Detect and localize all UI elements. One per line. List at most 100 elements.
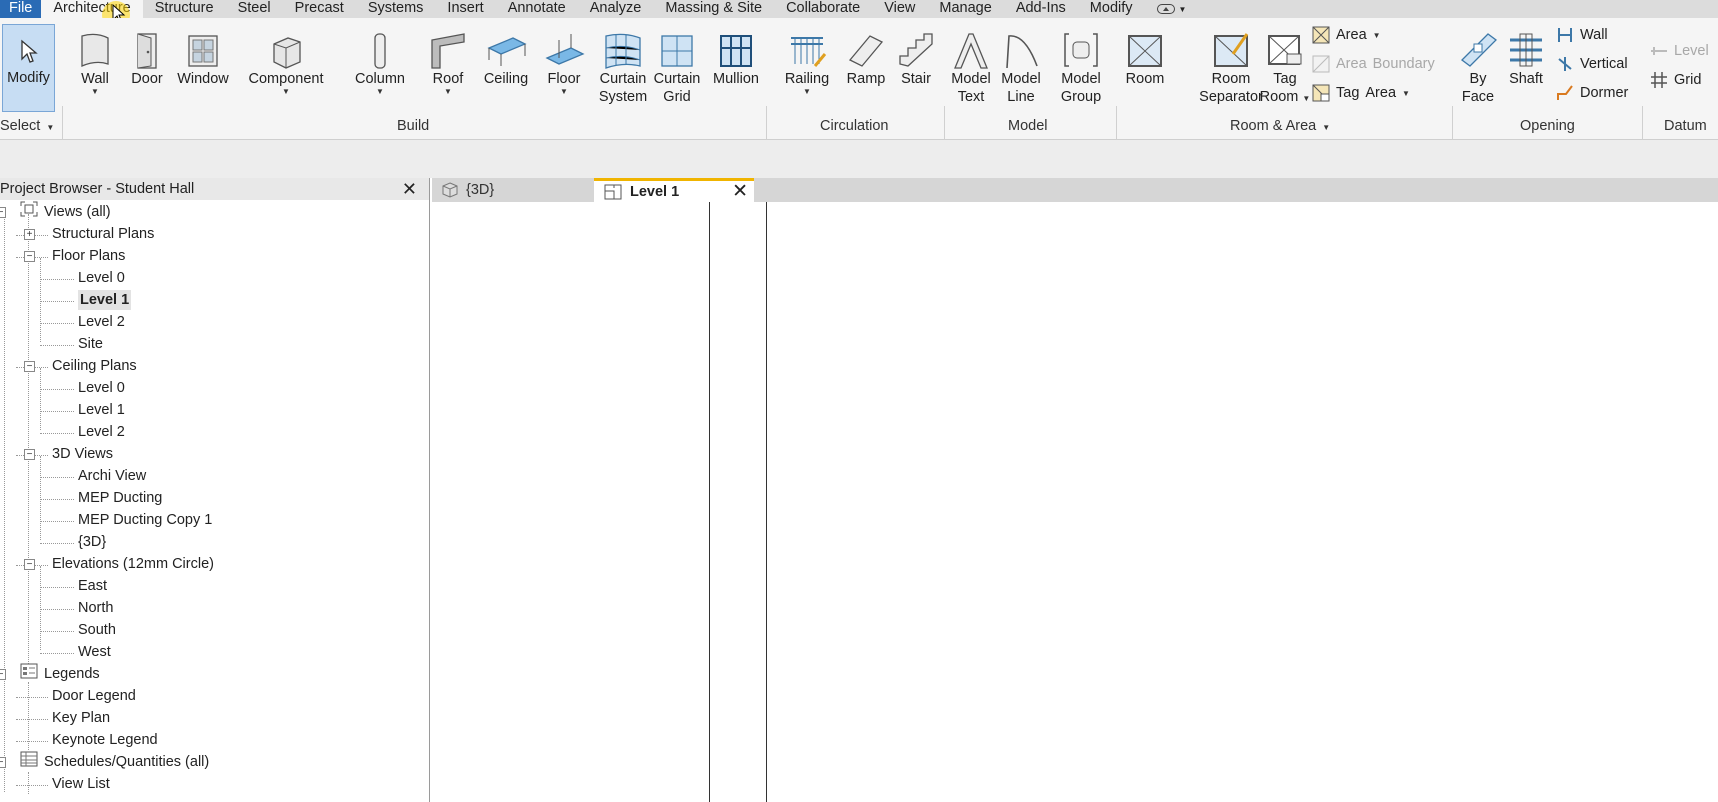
tree-node-elevation[interactable]: West bbox=[78, 642, 111, 662]
collapse-icon[interactable]: − bbox=[0, 207, 6, 218]
tree-node-elevation[interactable]: South bbox=[78, 620, 116, 640]
tab-architecture[interactable]: Architecture bbox=[41, 0, 143, 18]
mullion-button[interactable]: Mullion bbox=[708, 24, 764, 88]
tree-node-label: North bbox=[78, 600, 114, 616]
tab-structure[interactable]: Structure bbox=[143, 0, 226, 18]
model-line-button[interactable]: Model Line bbox=[998, 24, 1044, 106]
tree-node-elevation[interactable]: East bbox=[78, 576, 107, 596]
tree-node-floor-plan[interactable]: Level 2 bbox=[78, 312, 125, 332]
curtain-system-button[interactable]: Curtain System bbox=[592, 24, 654, 106]
tab-insert[interactable]: Insert bbox=[435, 0, 495, 18]
modify-button[interactable]: Modify bbox=[2, 24, 55, 112]
room-button[interactable]: Room bbox=[1122, 24, 1168, 88]
3d-view-icon bbox=[442, 182, 458, 198]
ceiling-button[interactable]: Ceiling bbox=[478, 24, 534, 88]
tab-steel[interactable]: Steel bbox=[226, 0, 283, 18]
close-icon[interactable]: ✕ bbox=[402, 178, 417, 200]
tab-systems[interactable]: Systems bbox=[356, 0, 436, 18]
tab-add-ins[interactable]: Add-Ins bbox=[1004, 0, 1078, 18]
by-face-button[interactable]: By Face bbox=[1456, 24, 1500, 106]
tree-node-ceiling-plan[interactable]: Level 0 bbox=[78, 378, 125, 398]
shaft-button[interactable]: Shaft bbox=[1502, 24, 1550, 88]
area-button[interactable]: Area ▼ bbox=[1312, 26, 1381, 44]
tree-node-legend[interactable]: Door Legend bbox=[52, 686, 136, 706]
grid-button[interactable]: Grid bbox=[1650, 71, 1701, 89]
component-icon bbox=[266, 24, 306, 70]
tree-node-3d-view[interactable]: Archi View bbox=[78, 466, 146, 486]
tree-node-elevations[interactable]: Elevations (12mm Circle) bbox=[52, 554, 214, 574]
model-text-button[interactable]: Model Text bbox=[948, 24, 994, 106]
tree-node-legend[interactable]: Keynote Legend bbox=[52, 730, 158, 750]
view-tab-level-1[interactable]: Level 1 ✕ bbox=[594, 178, 754, 202]
tree-node-floor-plan[interactable]: Level 1 bbox=[78, 290, 132, 310]
model-group-button[interactable]: Model Group bbox=[1052, 24, 1110, 106]
tree-node-legends[interactable]: Legends bbox=[20, 663, 100, 684]
tab-analyze[interactable]: Analyze bbox=[578, 0, 654, 18]
component-button[interactable]: Component ▼ bbox=[240, 24, 332, 96]
tree-connector bbox=[40, 323, 74, 324]
dormer-button[interactable]: Dormer bbox=[1556, 84, 1628, 102]
ceiling-icon bbox=[485, 24, 527, 70]
column-button[interactable]: Column ▼ bbox=[348, 24, 412, 96]
tab-massing-site[interactable]: Massing & Site bbox=[653, 0, 774, 18]
ribbon-minimize-toggle[interactable]: ▼ bbox=[1145, 0, 1199, 18]
tree-node-views-all[interactable]: Views (all) bbox=[20, 201, 111, 222]
expand-icon[interactable]: + bbox=[24, 229, 35, 240]
floor-button[interactable]: Floor ▼ bbox=[540, 24, 588, 96]
tree-node-elevation[interactable]: North bbox=[78, 598, 113, 618]
wall-opening-button[interactable]: Wall bbox=[1556, 26, 1608, 44]
tree-node-floor-plan[interactable]: Level 0 bbox=[78, 268, 125, 288]
railing-button[interactable]: Railing ▼ bbox=[778, 24, 836, 96]
panel-select[interactable]: Select ▼ bbox=[0, 118, 54, 134]
area-boundary-icon bbox=[1312, 55, 1330, 73]
door-button[interactable]: Door bbox=[126, 24, 168, 88]
tag-room-button[interactable]: Tag Room ▼ bbox=[1250, 24, 1320, 106]
stair-button[interactable]: Stair bbox=[894, 24, 938, 88]
roof-button[interactable]: Roof ▼ bbox=[424, 24, 472, 96]
tree-node-3d-views[interactable]: 3D Views bbox=[52, 444, 113, 464]
tree-node-3d-view[interactable]: MEP Ducting Copy 1 bbox=[78, 510, 212, 530]
level-button[interactable]: Level bbox=[1650, 42, 1709, 60]
tree-connector bbox=[40, 631, 74, 632]
tree-node-label: Structural Plans bbox=[52, 226, 155, 242]
collapse-icon[interactable]: − bbox=[24, 251, 35, 262]
tab-view[interactable]: View bbox=[872, 0, 927, 18]
collapse-icon[interactable]: − bbox=[24, 559, 35, 570]
tree-node-ceiling-plan[interactable]: Level 1 bbox=[78, 400, 125, 420]
curtain-grid-button[interactable]: Curtain Grid bbox=[648, 24, 706, 106]
project-browser-header: Project Browser - Student Hall ✕ bbox=[0, 178, 429, 200]
tree-node-schedules[interactable]: Schedules/Quantities (all) bbox=[20, 751, 209, 772]
tag-area-button[interactable]: Tag Area ▼ bbox=[1312, 84, 1410, 102]
tree-node-ceiling-plans[interactable]: Ceiling Plans bbox=[52, 356, 137, 376]
tree-node-structural-plans[interactable]: Structural Plans bbox=[52, 224, 154, 244]
vertical-opening-button[interactable]: Vertical bbox=[1556, 55, 1628, 73]
tab-modify[interactable]: Modify bbox=[1078, 0, 1145, 18]
collapse-icon[interactable]: − bbox=[0, 757, 6, 768]
tree-node-label: Door Legend bbox=[52, 688, 136, 704]
window-button[interactable]: Window bbox=[172, 24, 234, 88]
tree-node-legend[interactable]: Key Plan bbox=[52, 708, 110, 728]
tab-annotate[interactable]: Annotate bbox=[496, 0, 578, 18]
view-tab-3d[interactable]: {3D} bbox=[432, 178, 594, 202]
collapse-icon[interactable]: − bbox=[24, 449, 35, 460]
tree-node-ceiling-plan[interactable]: Level 2 bbox=[78, 422, 125, 442]
panel-circulation: Circulation bbox=[820, 118, 889, 134]
tab-precast[interactable]: Precast bbox=[283, 0, 356, 18]
tree-node-floor-plan[interactable]: Site bbox=[78, 334, 103, 354]
ramp-button[interactable]: Ramp bbox=[842, 24, 890, 88]
panel-room-area[interactable]: Room & Area ▼ bbox=[1230, 118, 1330, 134]
tree-node-schedule[interactable]: View List bbox=[52, 774, 110, 794]
tree-node-3d-view[interactable]: MEP Ducting bbox=[78, 488, 162, 508]
tab-manage[interactable]: Manage bbox=[927, 0, 1003, 18]
tree-node-3d-view[interactable]: {3D} bbox=[78, 532, 106, 552]
area-boundary-button[interactable]: Area Boundary bbox=[1312, 55, 1435, 73]
collapse-icon[interactable]: − bbox=[24, 361, 35, 372]
tab-file[interactable]: File bbox=[0, 0, 42, 18]
tree-connector bbox=[16, 719, 48, 720]
tree-node-floor-plans[interactable]: Floor Plans bbox=[52, 246, 125, 266]
drawing-canvas[interactable] bbox=[432, 202, 1718, 802]
close-icon[interactable]: ✕ bbox=[732, 180, 748, 203]
tab-collaborate[interactable]: Collaborate bbox=[774, 0, 872, 18]
wall-button[interactable]: Wall ▼ bbox=[70, 24, 120, 96]
collapse-icon[interactable]: − bbox=[0, 669, 6, 680]
